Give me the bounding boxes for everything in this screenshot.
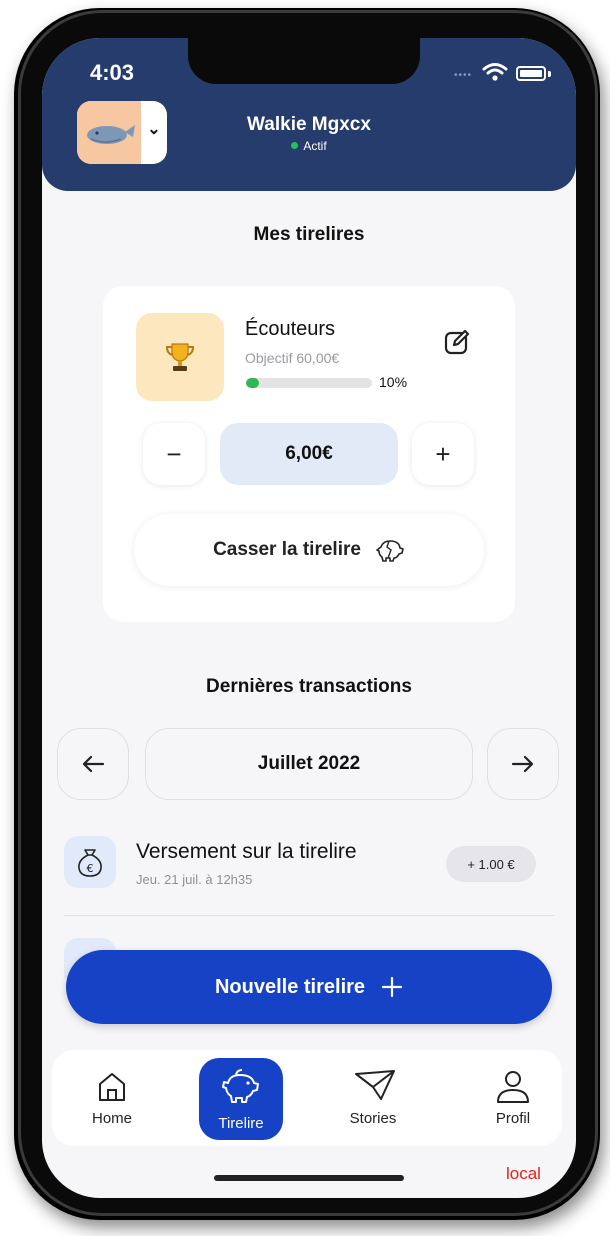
transaction-icon: € bbox=[64, 836, 116, 888]
decrement-button[interactable]: − bbox=[143, 423, 205, 485]
piggy-bank-icon bbox=[222, 1069, 259, 1103]
tab-stories[interactable]: Stories bbox=[328, 1050, 418, 1146]
broken-piggy-icon bbox=[376, 540, 404, 562]
goal-progress-label: 10% bbox=[379, 374, 408, 390]
tab-stories-label: Stories bbox=[349, 1110, 397, 1127]
tab-bar: Home Tirelire Stories Profil bbox=[52, 1050, 562, 1146]
signal-icon: •••• bbox=[454, 70, 473, 81]
transaction-date: Jeu. 21 juil. à 12h35 bbox=[136, 872, 253, 887]
tab-tirelire[interactable]: Tirelire bbox=[199, 1058, 283, 1140]
arrow-left-icon bbox=[82, 755, 105, 773]
increment-button[interactable]: + bbox=[412, 423, 474, 485]
edit-icon[interactable] bbox=[443, 328, 471, 356]
tab-tirelire-label: Tirelire bbox=[218, 1115, 264, 1132]
home-indicator[interactable] bbox=[214, 1175, 404, 1181]
tirelires-title: Mes tirelires bbox=[253, 224, 365, 245]
paper-plane-icon bbox=[355, 1070, 395, 1100]
plus-icon bbox=[381, 976, 403, 998]
goal-icon-tile bbox=[136, 313, 224, 401]
arrow-right-icon bbox=[511, 755, 534, 773]
user-status-label: Actif bbox=[303, 139, 327, 153]
goal-progress-bar bbox=[246, 378, 372, 388]
goal-target: Objectif 60,00€ bbox=[245, 350, 340, 366]
money-bag-icon: € bbox=[78, 849, 102, 877]
transaction-divider bbox=[64, 915, 554, 916]
user-status: Actif bbox=[42, 139, 576, 153]
goal-name: Écouteurs bbox=[245, 318, 336, 340]
previous-month-button[interactable] bbox=[57, 728, 129, 800]
month-selector[interactable]: Juillet 2022 bbox=[145, 728, 473, 800]
break-tirelire-label: Casser la tirelire bbox=[213, 539, 361, 560]
environment-label: local bbox=[506, 1164, 541, 1183]
goal-progress-fill bbox=[246, 378, 259, 388]
transactions-title: Dernières transactions bbox=[206, 676, 412, 697]
home-icon bbox=[99, 1073, 125, 1101]
transaction-amount: + 1.00 € bbox=[446, 846, 536, 882]
svg-text:€: € bbox=[87, 862, 94, 875]
trophy-icon bbox=[165, 343, 195, 371]
battery-tip bbox=[548, 71, 551, 77]
break-tirelire-button[interactable]: Casser la tirelire bbox=[134, 514, 484, 586]
status-dot bbox=[291, 142, 299, 149]
user-name: Walkie Mgxcx bbox=[247, 114, 371, 135]
wifi-icon bbox=[482, 63, 508, 81]
transaction-title: Versement sur la tirelire bbox=[136, 840, 357, 863]
next-month-button[interactable] bbox=[487, 728, 559, 800]
tirelire-card: Écouteurs Objectif 60,00€ 10% − 6,00€ + … bbox=[103, 286, 515, 622]
new-tirelire-label: Nouvelle tirelire bbox=[214, 975, 366, 998]
user-icon bbox=[497, 1071, 529, 1103]
tab-home[interactable]: Home bbox=[67, 1050, 157, 1146]
tab-profil[interactable]: Profil bbox=[468, 1050, 558, 1146]
new-tirelire-button[interactable]: Nouvelle tirelire bbox=[66, 950, 552, 1024]
amount-value: 6,00€ bbox=[220, 423, 398, 485]
app-screen: 4:03 •••• ⌄ Walkie Mgxcx Actif Mes tirel… bbox=[42, 38, 576, 1198]
notch bbox=[188, 38, 420, 84]
battery-icon bbox=[516, 66, 546, 81]
header: 4:03 •••• ⌄ Walkie Mgxcx Actif bbox=[42, 38, 576, 191]
tab-profil-label: Profil bbox=[495, 1110, 531, 1127]
tab-home-label: Home bbox=[91, 1110, 132, 1127]
status-time: 4:03 bbox=[90, 60, 135, 85]
